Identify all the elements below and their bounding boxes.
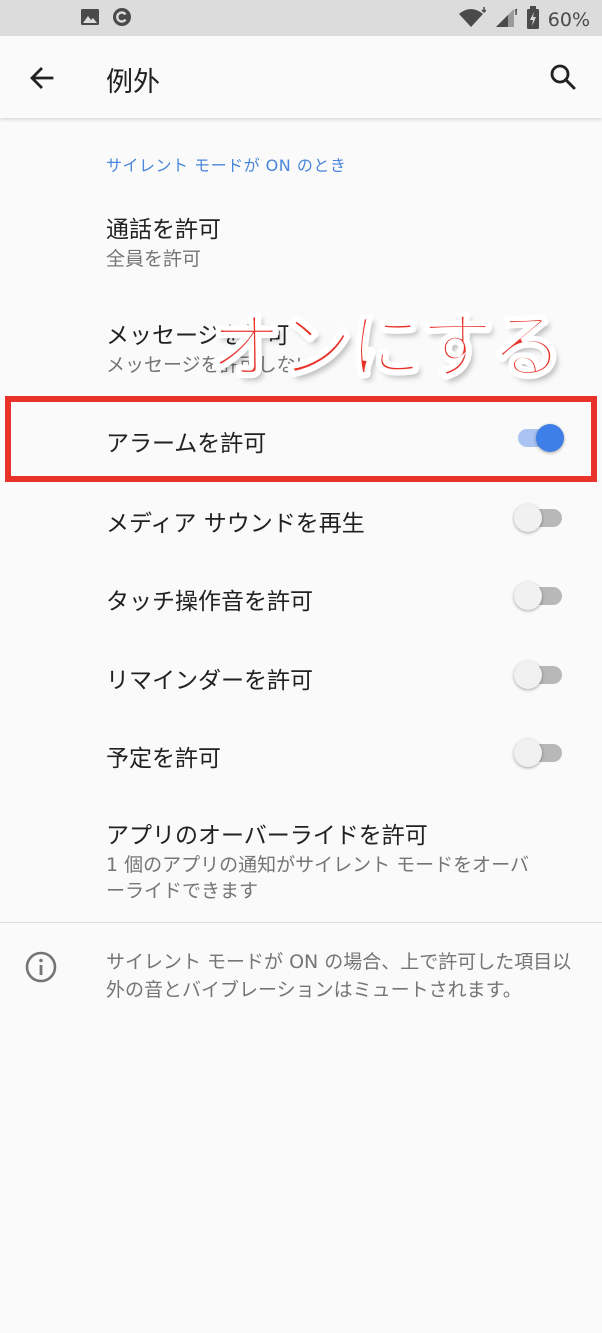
allow-reminders-title: リマインダーを許可	[106, 668, 313, 694]
footer-info-text: サイレント モードが ON の場合、上で許可した項目以外の音とバイブレーションは…	[106, 951, 572, 1001]
allow-reminders-item[interactable]: リマインダーを許可	[0, 635, 602, 715]
app-overrides-summary-line1: 1 個のアプリの通知がサイレント モードをオーバ	[106, 854, 529, 876]
app-bar: 例外	[0, 36, 602, 118]
status-bar: 60%	[0, 0, 602, 36]
screen: 60% 例外 サイレント モードが ON のとき 通話を許可 全員を許可 メッセ…	[0, 0, 602, 1333]
allow-events-toggle[interactable]	[514, 733, 564, 773]
c-app-icon	[112, 7, 132, 31]
app-overrides-item[interactable]: アプリのオーバーライドを許可 1 個のアプリの通知がサイレント モードをオーバ …	[0, 800, 602, 916]
allow-touch-sounds-item[interactable]: タッチ操作音を許可	[0, 556, 602, 636]
allow-touch-sounds-title: タッチ操作音を許可	[106, 589, 313, 615]
allow-events-title: 予定を許可	[106, 746, 221, 772]
app-overrides-title: アプリのオーバーライドを許可	[106, 823, 428, 849]
search-icon	[550, 64, 576, 90]
app-overrides-summary-line2: ーライドできます	[106, 880, 259, 902]
allow-events-item[interactable]: 予定を許可	[0, 713, 602, 793]
back-button[interactable]	[22, 58, 62, 98]
battery-percent: 60%	[547, 9, 590, 31]
toggle-thumb	[514, 582, 542, 610]
allow-reminders-toggle[interactable]	[514, 655, 564, 695]
annotation-label: オンにする	[209, 304, 564, 390]
page-title: 例外	[106, 67, 160, 98]
toggle-thumb	[514, 739, 542, 767]
section-header: サイレント モードが ON のとき	[106, 156, 347, 175]
battery-charging-icon	[526, 6, 540, 34]
toggle-thumb	[514, 661, 542, 689]
allow-touch-sounds-toggle[interactable]	[514, 576, 564, 616]
allow-calls-title: 通話を許可	[106, 217, 221, 243]
image-icon	[80, 7, 100, 31]
play-media-sounds-item[interactable]: メディア サウンドを再生	[0, 478, 602, 558]
arrow-back-icon	[30, 67, 54, 89]
play-media-sounds-title: メディア サウンドを再生	[106, 511, 365, 537]
divider	[0, 922, 602, 923]
allow-calls-item[interactable]: 通話を許可 全員を許可	[0, 190, 602, 286]
toggle-thumb	[514, 504, 542, 532]
wifi-icon	[458, 7, 487, 33]
search-button[interactable]	[542, 56, 584, 98]
allow-calls-summary: 全員を許可	[106, 248, 202, 270]
info-icon	[24, 950, 58, 984]
play-media-sounds-toggle[interactable]	[514, 498, 564, 538]
highlight-box	[5, 396, 597, 482]
signal-icon	[494, 7, 518, 33]
